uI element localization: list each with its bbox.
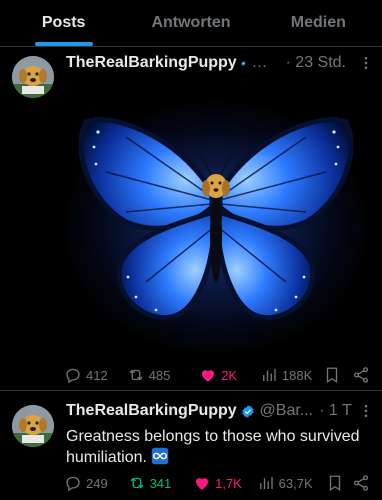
- reply-button[interactable]: 412: [64, 366, 127, 384]
- reply-count: 412: [86, 367, 108, 383]
- tab-posts-label: Posts: [41, 14, 86, 31]
- post-header: TheRealBarkingPuppy @Bar... · 1 T: [66, 400, 374, 422]
- verified-badge-icon: [241, 404, 254, 418]
- analytics-icon: [259, 477, 273, 489]
- avatar[interactable]: [12, 405, 54, 447]
- bookmark-icon: [326, 367, 337, 384]
- share-icon: [353, 367, 369, 383]
- reply-icon: [66, 476, 80, 492]
- like-button[interactable]: 2K: [199, 366, 260, 384]
- repost-button[interactable]: 341: [128, 474, 194, 492]
- bookmark-button[interactable]: [323, 366, 352, 384]
- share-icon: [353, 475, 369, 491]
- view-count: 63,7K: [278, 475, 313, 491]
- bookmark-icon: [330, 475, 341, 492]
- reply-button[interactable]: 249: [64, 474, 128, 492]
- repost-button[interactable]: 485: [127, 366, 199, 384]
- tab-replies-label: Antworten: [151, 14, 231, 31]
- repost-count: 485: [148, 367, 171, 383]
- like-count: 1,7K: [215, 475, 242, 491]
- reply-count: 249: [86, 475, 108, 491]
- tab-replies[interactable]: Antworten: [127, 0, 254, 46]
- post-actions: 412 485 2K 188K: [64, 364, 370, 386]
- author-name[interactable]: TheRealBarkingPuppy: [66, 54, 237, 72]
- post-time[interactable]: · 1 T: [319, 402, 352, 420]
- avatar[interactable]: [12, 56, 54, 98]
- author-name[interactable]: TheRealBarkingPuppy: [66, 402, 237, 420]
- share-button[interactable]: [352, 366, 370, 384]
- more-options-icon[interactable]: [358, 53, 374, 73]
- heart-icon: [202, 370, 215, 382]
- post-time[interactable]: · 23 Std.: [286, 54, 346, 72]
- post-actions: 249 341 1,7K 63,7K: [64, 472, 370, 494]
- post-image[interactable]: [66, 92, 366, 357]
- repost-icon: [130, 477, 144, 489]
- more-options-icon[interactable]: [358, 401, 374, 421]
- post-header: TheRealBarkingPuppy … · 23 Std.: [66, 52, 374, 74]
- like-button[interactable]: 1,7K: [193, 474, 257, 492]
- tab-media[interactable]: Medien: [255, 0, 382, 46]
- view-count: 188K: [281, 367, 313, 383]
- infinity-emoji-icon: [152, 447, 169, 465]
- like-count: 2K: [221, 367, 238, 383]
- heart-icon: [196, 478, 209, 490]
- verified-badge-icon: [241, 60, 246, 66]
- profile-tabs: Posts Antworten Medien: [0, 0, 382, 47]
- post-text: Greatness belongs to those who survived …: [66, 426, 368, 468]
- views-button[interactable]: 188K: [260, 366, 323, 384]
- post-2[interactable]: TheRealBarkingPuppy @Bar... · 1 T Greatn…: [0, 391, 382, 500]
- repost-count: 341: [149, 475, 172, 491]
- post-text-content: Greatness belongs to those who survived …: [66, 428, 360, 466]
- tab-posts[interactable]: Posts: [0, 0, 127, 46]
- post-1[interactable]: TheRealBarkingPuppy … · 23 Std. 412 485 …: [0, 46, 382, 389]
- butterfly-image: [66, 92, 366, 357]
- views-button[interactable]: 63,7K: [257, 474, 327, 492]
- bookmark-button[interactable]: [326, 474, 352, 492]
- analytics-icon: [262, 369, 276, 381]
- reply-icon: [66, 368, 80, 384]
- repost-icon: [129, 369, 143, 381]
- author-handle: …: [251, 54, 268, 71]
- author-handle: @Bar...: [259, 402, 314, 419]
- tab-media-label: Medien: [290, 14, 346, 31]
- share-button[interactable]: [352, 474, 370, 492]
